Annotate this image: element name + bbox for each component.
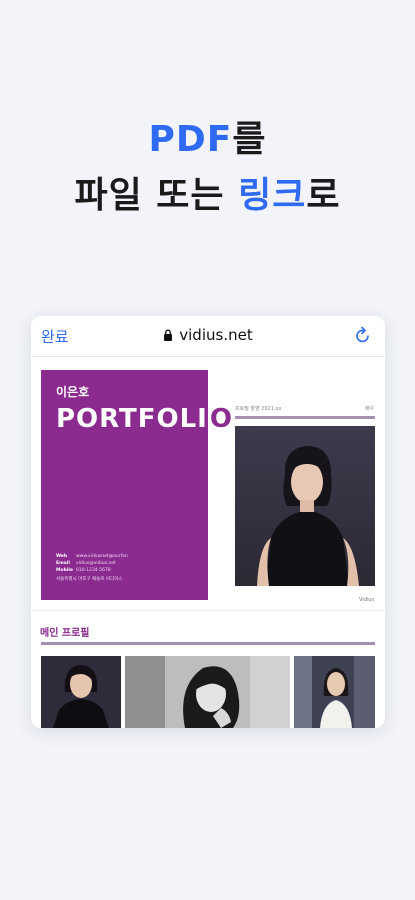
lock-icon [163, 327, 173, 345]
mobile-row: Mobile 010-1234-5678 [56, 567, 128, 574]
thumbnail-photo-3 [294, 656, 375, 728]
web-value: www.vidiusnet@ourfan [76, 554, 128, 559]
header-rule [235, 416, 375, 419]
reload-icon[interactable] [355, 326, 371, 348]
cover-title: PORTFOLIO [56, 404, 235, 434]
email-value: vidius@vidius.net [76, 561, 116, 566]
cover-name: 이은호 [56, 385, 90, 399]
url-text: vidius.net [179, 326, 253, 344]
web-label: Web [56, 554, 68, 559]
page-header-right: 배우 [365, 406, 375, 412]
page-divider [31, 610, 385, 611]
browser-address-bar: 완료 vidius.net [31, 316, 385, 357]
email-label: Email [56, 561, 70, 566]
email-row: Email vidius@vidius.net [56, 560, 128, 567]
mobile-label: Mobile [56, 568, 73, 573]
web-row: Web www.vidiusnet@ourfan [56, 553, 128, 560]
browser-preview-card: 완료 vidius.net 이은호 PORTFOLIO Web www.vidiu… [31, 316, 385, 728]
section-rule [41, 642, 375, 645]
headline-line-1: PDF를 [0, 112, 415, 168]
profile-photo [235, 426, 375, 586]
mobile-value: 010-1234-5678 [76, 568, 111, 573]
promo-headline: PDF를 파일 또는 링크로 [0, 112, 415, 224]
thumbnail-photo-2 [125, 656, 290, 728]
thumbnail-photo-1 [41, 656, 121, 728]
address-note: 서울특별시 마포구 예술로 비디어스 [56, 577, 123, 582]
cover-title-tail: O [207, 404, 235, 434]
url-display[interactable]: vidius.net [31, 326, 385, 345]
cover-title-main: PORTFOLI [56, 404, 208, 434]
photo-caption: Vidius [359, 597, 375, 603]
page-header-left: 프로필 촬영 2021.xx [235, 406, 282, 412]
headline-line-2: 파일 또는 링크로 [0, 168, 415, 224]
headline-accent-link: 링크 [238, 175, 307, 216]
cover-contact-info: Web www.vidiusnet@ourfan Email vidius@vidi… [56, 553, 128, 583]
headline-line-1-rest: 를 [232, 119, 267, 160]
section-title: 메인 프로필 [40, 628, 90, 639]
headline-line-2-prefix: 파일 또는 [74, 175, 239, 216]
portfolio-cover: 이은호 PORTFOLIO Web www.vidiusnet@ourfan Em… [41, 370, 235, 600]
headline-accent-pdf: PDF [148, 119, 233, 160]
headline-line-2-suffix: 로 [306, 175, 341, 216]
